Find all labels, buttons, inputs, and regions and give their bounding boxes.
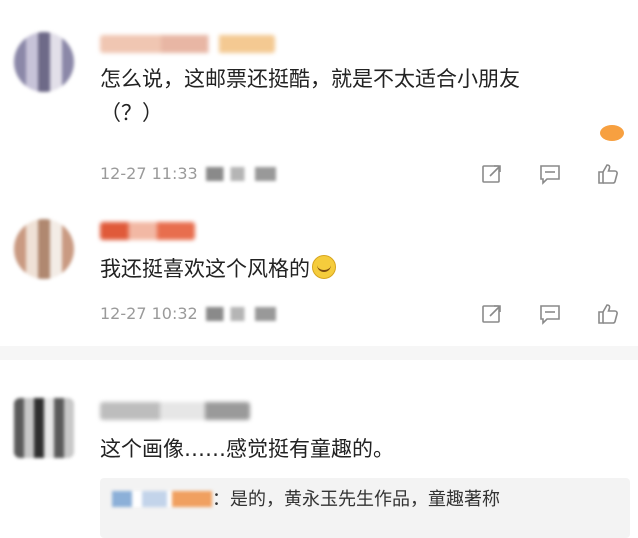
comment-text-line: （？） — [100, 101, 163, 125]
share-icon[interactable] — [480, 302, 504, 326]
like-icon[interactable] — [596, 302, 620, 326]
reply-username[interactable] — [112, 491, 212, 507]
comment-meta: 12-27 11:33 — [100, 163, 276, 185]
comment-text-line: 怎么说，这邮票还挺酷，就是不太适合小朋友 — [100, 67, 520, 91]
avatar[interactable] — [14, 398, 74, 458]
comment-text: 我还挺喜欢这个风格的 — [100, 252, 336, 286]
comment-meta: 12-27 10:32 — [100, 303, 276, 325]
share-icon[interactable] — [480, 162, 504, 186]
comment-3: ████ ██ 这个画像……感觉挺有童趣的。 ：是的，黄永玉先生作品，童趣著称 — [0, 360, 638, 538]
avatar[interactable] — [14, 219, 74, 279]
comment-actions — [480, 162, 620, 186]
username[interactable]: █ ███ — [100, 222, 195, 240]
laugh-cry-emoji-icon — [312, 255, 336, 279]
reply-text: ：是的，黄永玉先生作品，童趣著称 — [212, 489, 500, 510]
avatar[interactable] — [14, 32, 74, 92]
comment-text: 怎么说，这邮票还挺酷，就是不太适合小朋友 （？） — [100, 62, 520, 130]
timestamp: 12-27 11:33 — [100, 164, 198, 183]
source-label — [205, 167, 276, 181]
comment-icon[interactable] — [538, 162, 562, 186]
username[interactable]: ████ ██ — [100, 402, 250, 420]
comment-icon[interactable] — [538, 302, 562, 326]
source-label — [205, 307, 276, 321]
comment-text-line: 我还挺喜欢这个风格的 — [100, 257, 310, 281]
timestamp: 12-27 10:32 — [100, 304, 198, 323]
comment-2: █ ███ 我还挺喜欢这个风格的 12-27 10:32 — [0, 200, 638, 345]
reply-preview[interactable]: ：是的，黄永玉先生作品，童趣著称 — [100, 478, 630, 538]
comment-actions — [480, 302, 620, 326]
separator — [0, 346, 638, 360]
sticker-icon — [600, 125, 624, 141]
comment-text-line: 这个画像……感觉挺有童趣的。 — [100, 437, 394, 461]
comment-1: ██ ███ ██ 怎么说，这邮票还挺酷，就是不太适合小朋友 （？） 12-27… — [0, 0, 638, 200]
username[interactable]: ██ ███ ██ — [100, 35, 275, 53]
like-icon[interactable] — [596, 162, 620, 186]
comment-text: 这个画像……感觉挺有童趣的。 — [100, 432, 394, 466]
